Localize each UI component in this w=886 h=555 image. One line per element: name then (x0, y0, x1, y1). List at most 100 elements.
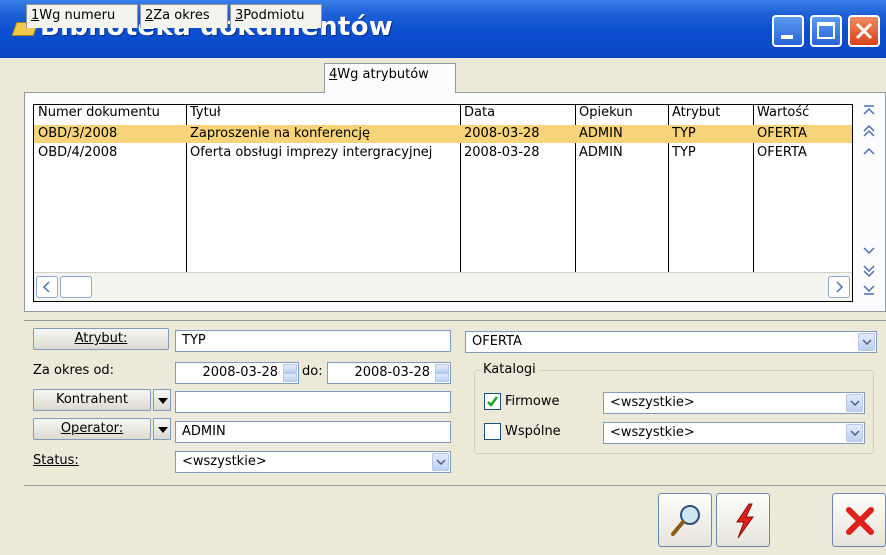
operator-button-label: Operator: (60, 421, 124, 436)
status-dropdown-button[interactable] (432, 453, 449, 471)
horizontal-scrollbar[interactable] (34, 272, 852, 301)
za-okres-label: Za okres od: (33, 363, 115, 378)
kontrahent-button[interactable]: Kontrahent (33, 389, 151, 411)
cell-data: 2008-03-28 (464, 145, 540, 160)
scroll-page-up-button[interactable] (859, 124, 879, 142)
tab-za-okres[interactable]: 2Za okres (140, 4, 228, 28)
wspolne-value: <wszystkie> (610, 425, 695, 440)
chevron-down-icon (862, 339, 872, 345)
status-label-text: Status: (33, 453, 79, 468)
scroll-first-button[interactable] (859, 104, 879, 122)
column-header-data[interactable]: Data (464, 105, 495, 120)
status-label: Status: (33, 453, 79, 468)
cell-atrybut: TYP (672, 145, 696, 160)
firmowe-checkbox[interactable] (484, 393, 501, 410)
minimize-icon (781, 35, 793, 39)
date-from-spinner[interactable] (283, 364, 297, 382)
documents-table[interactable]: Numer dokumentu Tytuł Data Opiekun Atryb… (33, 104, 853, 302)
chevron-up-icon (863, 147, 875, 155)
cell-opiekun: ADMIN (579, 145, 623, 160)
minimize-button[interactable] (772, 15, 804, 47)
maximize-button[interactable] (810, 15, 842, 47)
column-header-atrybut[interactable]: Atrybut (672, 105, 720, 120)
wartosc-select[interactable]: OFERTA (465, 331, 877, 353)
column-header-tytul[interactable]: Tytuł (190, 105, 221, 120)
chevron-down-icon (436, 459, 446, 465)
tab-label: Wg numeru (39, 8, 116, 23)
wspolne-checkbox[interactable] (484, 423, 501, 440)
maximize-icon (817, 22, 835, 39)
status-value: <wszystkie> (182, 454, 267, 469)
table-row[interactable]: OBD/4/2008 Oferta obsługi imprezy interg… (34, 144, 852, 162)
date-to-spinner[interactable] (435, 364, 449, 382)
spin-up[interactable] (283, 364, 297, 373)
cell-numer: OBD/4/2008 (38, 145, 118, 160)
cell-wartosc: OFERTA (757, 126, 807, 141)
double-chevron-down-icon (863, 265, 875, 278)
magnifier-icon (671, 505, 700, 536)
chevron-left-icon (42, 281, 50, 293)
cell-atrybut: TYP (672, 126, 696, 141)
column-header-wartosc[interactable]: Wartość (757, 105, 809, 120)
do-label: do: (302, 364, 323, 379)
table-row[interactable]: OBD/3/2008 Zaproszenie na konferencję 20… (34, 125, 852, 143)
status-select[interactable]: <wszystkie> (175, 451, 451, 473)
wspolne-label: Wspólne (505, 424, 561, 439)
cell-wartosc: OFERTA (757, 145, 807, 160)
wartosc-dropdown-button[interactable] (858, 333, 875, 351)
chevron-down-icon (850, 400, 860, 406)
wartosc-value: OFERTA (472, 334, 522, 349)
column-header-opiekun[interactable]: Opiekun (579, 105, 633, 120)
tab-label: Podmiotu (243, 8, 305, 23)
date-from-value: 2008-03-28 (202, 365, 278, 380)
delete-x-icon (846, 507, 874, 535)
atrybut-button[interactable]: Atrybut: (33, 328, 169, 350)
scroll-left-button[interactable] (36, 276, 58, 298)
spin-up[interactable] (435, 364, 449, 373)
cell-numer: OBD/3/2008 (38, 126, 118, 141)
scroll-thumb[interactable] (60, 276, 92, 298)
chevron-down-icon (863, 247, 875, 255)
tab-label: Za okres (153, 8, 210, 23)
date-from-field[interactable]: 2008-03-28 (175, 362, 299, 384)
kontrahent-field[interactable] (175, 391, 451, 413)
kontrahent-dropdown-button[interactable] (153, 389, 171, 411)
close-icon (855, 22, 873, 40)
execute-button[interactable] (716, 493, 770, 547)
firmowe-dropdown-button[interactable] (846, 394, 863, 412)
scroll-down-button[interactable] (859, 244, 879, 262)
tab-podmiotu[interactable]: 3Podmiotu (230, 4, 322, 28)
tab-wg-atrybutow[interactable]: 4Wg atrybutów (324, 63, 456, 93)
wspolne-select[interactable]: <wszystkie> (603, 422, 865, 444)
search-button[interactable] (658, 493, 712, 547)
date-to-value: 2008-03-28 (354, 365, 430, 380)
operator-field[interactable]: ADMIN (175, 421, 451, 443)
vertical-scrollbar[interactable] (857, 104, 881, 300)
double-chevron-up-icon (863, 124, 875, 137)
atrybut-field[interactable]: TYP (175, 330, 451, 352)
cell-opiekun: ADMIN (579, 126, 623, 141)
close-window-button[interactable] (848, 15, 880, 47)
firmowe-value: <wszystkie> (610, 395, 695, 410)
operator-dropdown-button[interactable] (153, 418, 171, 440)
cell-tytul: Oferta obsługi imprezy intergracyjnej (190, 145, 433, 160)
katalogi-title: Katalogi (480, 362, 539, 377)
checkmark-icon (487, 396, 498, 407)
lightning-icon (736, 503, 754, 539)
column-header-numer[interactable]: Numer dokumentu (38, 105, 160, 120)
tab-wg-numeru[interactable]: 1Wg numeru (26, 4, 138, 28)
spin-down[interactable] (435, 373, 449, 382)
operator-button[interactable]: Operator: (33, 418, 151, 440)
chevron-down-icon (850, 430, 860, 436)
date-to-field[interactable]: 2008-03-28 (327, 362, 451, 384)
firmowe-select[interactable]: <wszystkie> (603, 392, 865, 414)
wspolne-dropdown-button[interactable] (846, 424, 863, 442)
delete-button[interactable] (832, 493, 886, 547)
firmowe-label: Firmowe (505, 394, 560, 409)
spin-down[interactable] (283, 373, 297, 382)
chevron-right-icon (836, 281, 844, 293)
scroll-right-button[interactable] (828, 276, 850, 298)
scroll-up-button[interactable] (859, 144, 879, 162)
scroll-page-down-button[interactable] (859, 264, 879, 282)
scroll-last-button[interactable] (859, 282, 879, 300)
